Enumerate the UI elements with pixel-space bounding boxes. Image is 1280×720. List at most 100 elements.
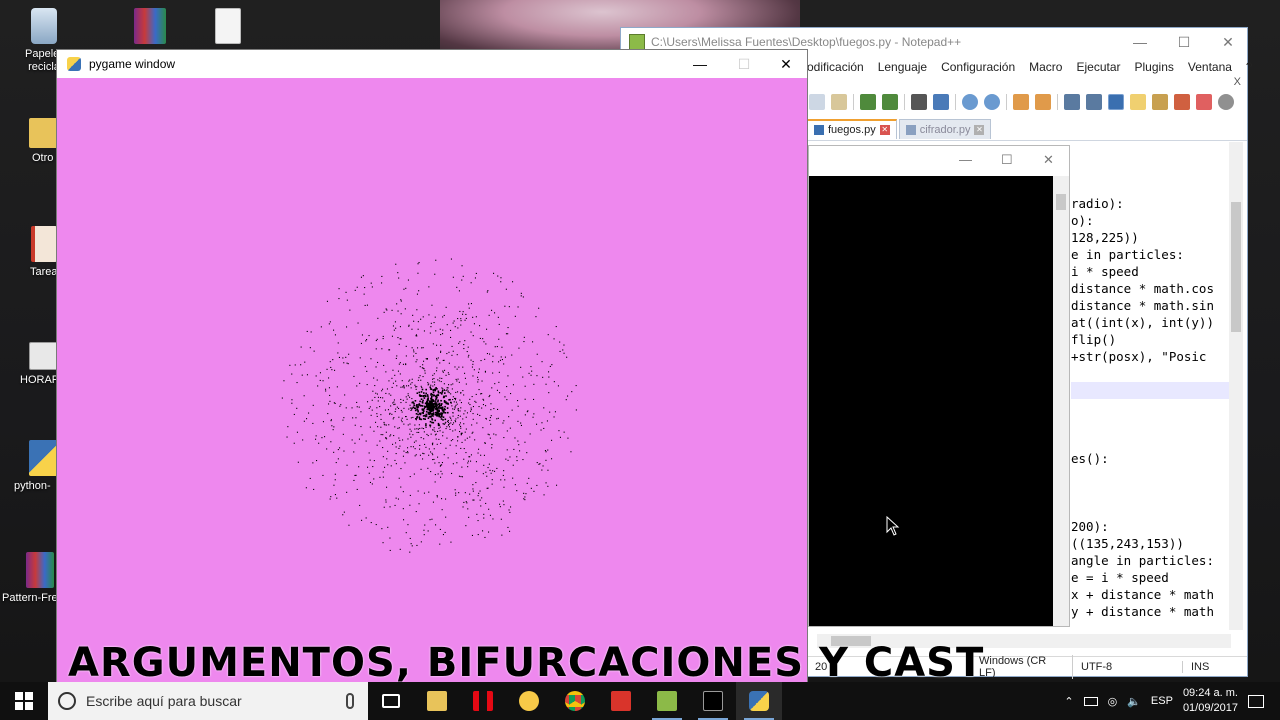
tab-close-icon[interactable]: ✕ (879, 125, 890, 135)
fold-icon[interactable] (1130, 94, 1146, 110)
show-all-chars-icon[interactable] (1086, 94, 1102, 110)
code-line[interactable] (1071, 161, 1229, 178)
redo-icon[interactable] (882, 94, 898, 110)
copy-icon[interactable] (809, 94, 825, 110)
code-line[interactable] (1071, 433, 1229, 450)
taskbar-netflix[interactable] (460, 682, 506, 720)
code-line[interactable] (1071, 467, 1229, 484)
zoom-in-icon[interactable] (962, 94, 978, 110)
code-line[interactable]: distance * math.cos (1071, 280, 1229, 297)
code-line[interactable] (1071, 399, 1229, 416)
pygame-window[interactable]: pygame window — ☐ ✕ (56, 49, 809, 690)
code-line[interactable] (1071, 365, 1229, 382)
taskbar-acrobat[interactable] (598, 682, 644, 720)
undo-icon[interactable] (860, 94, 876, 110)
taskbar-python[interactable] (736, 682, 782, 720)
replace-icon[interactable] (933, 94, 949, 110)
code-line[interactable]: i * speed (1071, 263, 1229, 280)
menu-language[interactable]: Lenguaje (878, 60, 927, 74)
code-line[interactable]: distance * math.sin (1071, 297, 1229, 314)
record-macro-icon[interactable] (1196, 94, 1212, 110)
code-editor[interactable]: radio): o): 128,225)) e in particles: i * sp… (1071, 144, 1229, 622)
console-maximize-icon[interactable]: ☐ (1001, 152, 1013, 168)
code-line[interactable] (1071, 416, 1229, 433)
code-line[interactable] (1071, 144, 1229, 161)
code-line[interactable]: set_at((int(x), int (1071, 620, 1229, 622)
menu-window[interactable]: Ventana (1188, 60, 1232, 74)
find-icon[interactable] (911, 94, 927, 110)
menu-help[interactable]: ? (1246, 60, 1253, 74)
code-line[interactable]: e in particles: (1071, 246, 1229, 263)
code-line[interactable]: e = i * speed (1071, 569, 1229, 586)
taskbar-console[interactable] (690, 682, 736, 720)
microphone-icon[interactable] (346, 693, 354, 709)
start-button[interactable] (0, 682, 48, 720)
code-line[interactable]: +str(posx), "Posic (1071, 348, 1229, 365)
code-line[interactable]: at((int(x), int(y)) (1071, 314, 1229, 331)
close-button[interactable]: ✕ (1205, 28, 1251, 56)
pygame-minimize-button[interactable]: — (677, 50, 723, 78)
word-wrap-icon[interactable] (1064, 94, 1080, 110)
console-output[interactable] (809, 176, 1055, 626)
menu-plugins[interactable]: Plugins (1135, 60, 1174, 74)
document-map-icon[interactable] (1152, 94, 1168, 110)
console-scrollbar[interactable] (1053, 176, 1069, 626)
code-line[interactable]: flip() (1071, 331, 1229, 348)
desktop-icon-winrar-1[interactable] (110, 8, 190, 48)
menu-settings[interactable]: Configuración (941, 60, 1015, 74)
desktop-icon-text-file[interactable] (188, 8, 268, 48)
wifi-icon[interactable]: ◎ (1108, 695, 1118, 708)
code-line[interactable]: x + distance * math (1071, 586, 1229, 603)
code-line[interactable]: angle in particles: (1071, 552, 1229, 569)
chevron-up-icon[interactable]: ⌃ (1064, 695, 1073, 708)
pygame-canvas[interactable] (57, 78, 807, 690)
sync-horizontal-icon[interactable] (1035, 94, 1051, 110)
tab-close-icon[interactable]: ✕ (974, 124, 985, 135)
task-view-button[interactable] (368, 682, 414, 720)
editor-vertical-scrollbar[interactable] (1229, 142, 1243, 630)
taskbar-file-explorer[interactable] (414, 682, 460, 720)
tab-fuegos[interactable]: fuegos.py ✕ (807, 119, 897, 139)
taskbar-notepadpp[interactable] (644, 682, 690, 720)
sync-vertical-icon[interactable] (1013, 94, 1029, 110)
taskbar-search-box[interactable]: Escribe aquí para buscar (48, 682, 368, 720)
maximize-button[interactable]: ☐ (1161, 28, 1207, 56)
code-line[interactable]: ((135,243,153)) (1071, 535, 1229, 552)
tab-cifrador[interactable]: cifrador.py ✕ (898, 119, 992, 139)
menu-macro[interactable]: Macro (1029, 60, 1062, 74)
code-line[interactable] (1071, 484, 1229, 501)
code-line[interactable] (1071, 178, 1229, 195)
code-line[interactable] (1071, 382, 1229, 399)
zoom-out-icon[interactable] (984, 94, 1000, 110)
volume-icon[interactable]: 🔈 (1127, 695, 1141, 708)
indent-guide-icon[interactable] (1108, 94, 1124, 110)
function-list-icon[interactable] (1174, 94, 1190, 110)
taskbar-clock[interactable]: 09:24 a. m. 01/09/2017 (1183, 686, 1238, 716)
code-line[interactable]: 128,225)) (1071, 229, 1229, 246)
playback-macro-icon[interactable] (1218, 94, 1234, 110)
console-window[interactable]: — ☐ ✕ (808, 145, 1070, 627)
code-line[interactable]: o): (1071, 212, 1229, 229)
code-line[interactable]: radio): (1071, 195, 1229, 212)
code-line[interactable]: 200): (1071, 518, 1229, 535)
scrollbar-thumb[interactable] (1231, 202, 1241, 332)
pygame-close-button[interactable]: ✕ (763, 50, 809, 78)
minimize-button[interactable]: — (1117, 28, 1163, 56)
code-line[interactable]: y + distance * math (1071, 603, 1229, 620)
taskbar-tips[interactable] (506, 682, 552, 720)
console-minimize-icon[interactable]: — (959, 152, 972, 167)
battery-icon[interactable] (1083, 696, 1098, 706)
status-encoding[interactable]: UTF-8 (1073, 660, 1183, 673)
input-language[interactable]: ESP (1151, 695, 1173, 707)
scrollbar-thumb[interactable] (1056, 194, 1066, 210)
console-close-icon[interactable]: ✕ (1043, 152, 1054, 168)
code-line[interactable]: es(): (1071, 450, 1229, 467)
action-center-icon[interactable] (1248, 694, 1264, 708)
paste-icon[interactable] (831, 94, 847, 110)
menu-encoding[interactable]: odificación (807, 60, 864, 74)
menu-run[interactable]: Ejecutar (1076, 60, 1120, 74)
taskbar-chrome[interactable] (552, 682, 598, 720)
status-eol[interactable]: Windows (CR LF) (971, 654, 1073, 679)
code-line[interactable] (1071, 501, 1229, 518)
close-document-button[interactable]: X (1234, 76, 1241, 88)
